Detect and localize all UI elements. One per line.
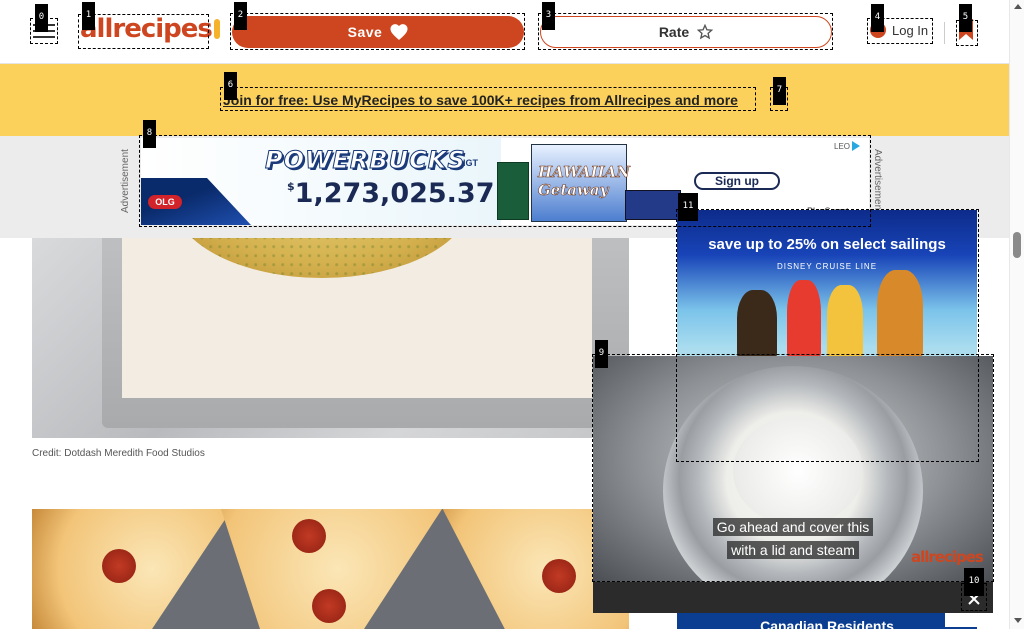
adchoices-icon[interactable] xyxy=(945,613,977,627)
caption-line-2: with a lid and steam xyxy=(727,541,859,559)
powerbucks-logo: POWERBUCKS xyxy=(265,146,466,175)
heart-icon xyxy=(390,24,408,40)
pepperoni xyxy=(102,549,136,583)
cartoon-figure xyxy=(787,280,821,360)
bottom-ad-headline: Canadian Residents xyxy=(760,618,894,629)
disney-cruise-logo: DISNEY CRUISE LINE xyxy=(776,262,878,271)
rice xyxy=(733,416,863,526)
signup-button[interactable]: Sign up xyxy=(694,172,780,190)
cruise-headline: save up to 25% on select sailings xyxy=(708,236,946,253)
pepperoni xyxy=(292,519,326,553)
recipe-image-crust xyxy=(32,238,629,438)
site-header: allrecipes Save Rate Log In xyxy=(0,0,1010,64)
currency-symbol: $ xyxy=(287,180,295,193)
cartoon-figure xyxy=(827,285,863,360)
video-watermark: allrecipes xyxy=(911,548,984,566)
olg-logo: OLG xyxy=(148,195,182,209)
page-scrollbar[interactable] xyxy=(1009,0,1024,629)
mark-tag: 0 xyxy=(35,4,48,32)
ticket-blue xyxy=(625,190,681,220)
myrecipes-join-link[interactable]: Join for free: Use MyRecipes to save 100… xyxy=(223,92,738,108)
video-player[interactable]: Go ahead and cover this with a lid and s… xyxy=(593,356,993,582)
cartoon-figure xyxy=(737,290,777,360)
mark-tag: 6 xyxy=(224,72,237,100)
ad-label-left: Advertisement xyxy=(120,149,131,213)
site-logo[interactable]: allrecipes xyxy=(80,14,220,44)
scroll-up-arrow-icon[interactable] xyxy=(1014,4,1022,9)
adchoices-icon[interactable]: LEO xyxy=(834,141,861,151)
mark-tag: 5 xyxy=(959,4,972,32)
ticket-hawaiian: HAWAIIAN Getaway xyxy=(531,144,630,222)
cartoon-figure xyxy=(877,270,923,360)
recipe-image-pizza xyxy=(32,509,629,629)
save-label: Save xyxy=(347,24,383,40)
mark-tag: 10 xyxy=(964,568,984,596)
logo-accent xyxy=(213,19,220,39)
scrollbar-thumb[interactable] xyxy=(1013,232,1021,258)
ticket-title: HAWAIIAN Getaway xyxy=(538,163,630,200)
mark-tag: 4 xyxy=(871,4,884,32)
pepperoni xyxy=(312,589,346,623)
mark-tag: 8 xyxy=(143,120,156,148)
mark-tag: 11 xyxy=(678,193,698,221)
save-button[interactable]: Save xyxy=(232,16,524,48)
ticket-green xyxy=(497,162,529,220)
header-divider xyxy=(944,22,945,44)
star-icon xyxy=(697,24,714,40)
mark-tag: 2 xyxy=(234,2,247,30)
mark-tag: 7 xyxy=(773,77,786,105)
mark-tag: 3 xyxy=(542,2,555,30)
login-label: Log In xyxy=(892,22,929,38)
rate-button[interactable]: Rate xyxy=(540,16,832,48)
scroll-down-arrow-icon[interactable] xyxy=(1014,618,1022,623)
caption-line-1: Go ahead and cover this xyxy=(712,518,874,536)
ticket-images: HAWAIIAN Getaway xyxy=(497,144,687,222)
adchoices-triangle xyxy=(852,141,861,151)
mark-tag: 9 xyxy=(595,340,608,368)
video-control-bar xyxy=(593,582,993,613)
photo-credit: Credit: Dotdash Meredith Food Studios xyxy=(32,448,205,459)
amount-value: 1,273,025.37 xyxy=(294,178,495,209)
jackpot-amount: $1,273,025.37 xyxy=(287,178,495,209)
mark-tag: 1 xyxy=(82,2,95,30)
pepperoni xyxy=(542,559,576,593)
ad-label-right: Advertisement xyxy=(872,149,883,213)
rate-label: Rate xyxy=(658,24,690,40)
bottom-ad[interactable]: Canadian Residents xyxy=(677,613,977,629)
adchoices-label: LEO xyxy=(834,141,851,151)
igt-logo: IGT xyxy=(463,158,478,168)
